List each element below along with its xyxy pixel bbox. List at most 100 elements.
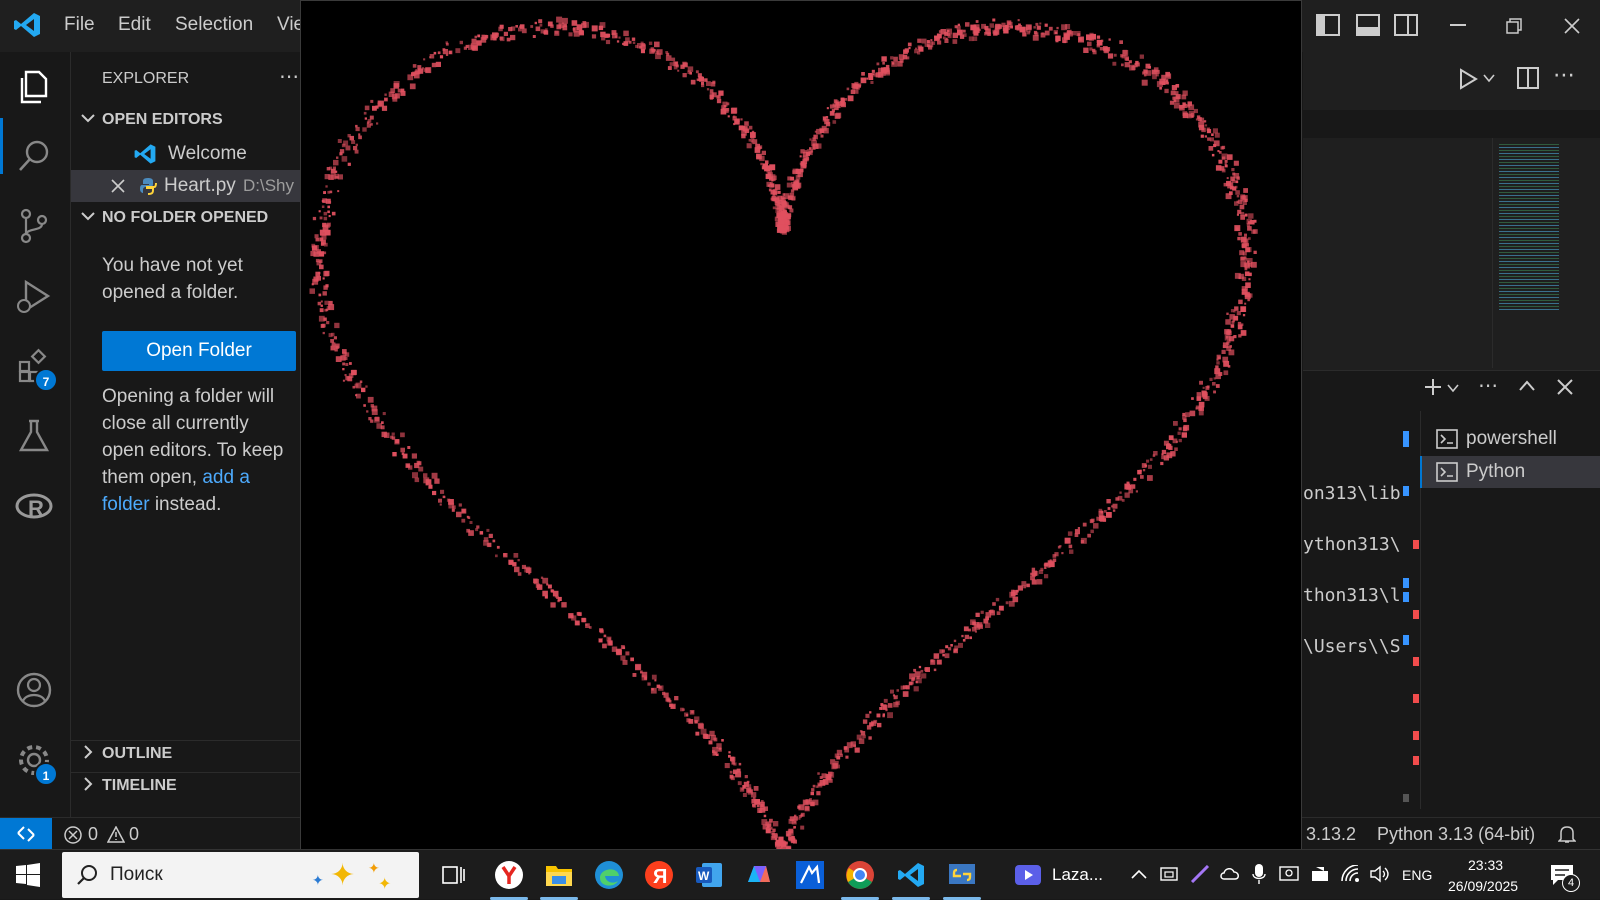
timeline-header[interactable]: TIMELINE: [71, 772, 301, 800]
more-actions-icon[interactable]: ⋯: [279, 64, 299, 89]
accounts-icon[interactable]: [14, 670, 58, 714]
edge-browser-icon[interactable]: [594, 860, 624, 890]
heart-particle: [847, 88, 850, 91]
toggle-panel-icon[interactable]: [1356, 14, 1380, 36]
open-editor-welcome[interactable]: Welcome: [71, 138, 301, 170]
python-version[interactable]: 3.13.2: [1306, 824, 1356, 845]
maximize-panel-icon[interactable]: [1519, 380, 1535, 392]
heart-particle: [625, 651, 629, 655]
heart-particle: [734, 119, 740, 125]
windows-start-icon[interactable]: [16, 863, 40, 887]
terminal-tab-powershell[interactable]: powershell: [1420, 423, 1600, 455]
heart-particle: [701, 82, 704, 85]
wifi-icon[interactable]: [1340, 865, 1362, 883]
onedrive-icon[interactable]: [1219, 865, 1241, 881]
error-count[interactable]: 0: [88, 824, 98, 845]
chrome-icon[interactable]: [845, 860, 875, 890]
testing-icon[interactable]: [14, 416, 58, 460]
heart-particle: [730, 757, 734, 761]
run-file-icon[interactable]: [1457, 68, 1479, 90]
minimap[interactable]: [1492, 138, 1580, 368]
new-terminal-icon[interactable]: [1423, 377, 1443, 397]
notifications-bell-icon[interactable]: [1558, 824, 1576, 844]
file-explorer-icon[interactable]: [544, 860, 574, 890]
heart-particle: [383, 412, 386, 415]
heart-particle: [1242, 286, 1247, 291]
heart-particle: [963, 639, 966, 642]
python-interpreter[interactable]: Python 3.13 (64-bit): [1377, 824, 1535, 845]
r-language-icon[interactable]: R: [14, 486, 58, 530]
heart-particle: [1227, 177, 1229, 179]
microphone-icon[interactable]: [1252, 863, 1266, 885]
heart-particle: [641, 49, 645, 53]
close-panel-icon[interactable]: [1557, 379, 1573, 395]
yandex-icon[interactable]: Я: [644, 860, 674, 890]
heart-particle: [541, 577, 543, 579]
vscode-taskbar-icon[interactable]: [896, 860, 926, 890]
heart-particle: [800, 155, 802, 157]
microsoft-365-icon[interactable]: [744, 860, 774, 890]
task-view-icon[interactable]: [438, 860, 468, 890]
open-editors-header[interactable]: OPEN EDITORS: [71, 107, 301, 135]
close-editor-icon[interactable]: [111, 179, 125, 193]
heart-particle: [400, 433, 405, 438]
source-control-icon[interactable]: [14, 206, 58, 250]
warning-icon[interactable]: [107, 826, 125, 843]
hint-text: Opening a folder will close all currentl…: [102, 386, 283, 488]
screen-capture-icon[interactable]: [1279, 865, 1299, 883]
heart-particle: [522, 28, 527, 33]
open-folder-button[interactable]: Open Folder: [102, 331, 296, 371]
heart-particle: [1179, 439, 1182, 442]
heart-animation-window[interactable]: [300, 0, 1302, 850]
menu-selection[interactable]: Selection: [175, 14, 253, 36]
split-editor-icon[interactable]: [1517, 67, 1539, 89]
chevron-down-icon[interactable]: [1483, 72, 1495, 84]
heart-particle: [536, 27, 541, 32]
volume-icon[interactable]: [1370, 865, 1390, 883]
run-debug-icon[interactable]: [14, 276, 58, 320]
panel-more-icon[interactable]: ⋯: [1478, 373, 1498, 398]
menu-edit[interactable]: Edit: [118, 14, 151, 36]
explorer-icon[interactable]: [14, 66, 58, 110]
python-window-icon[interactable]: [947, 860, 977, 890]
pen-icon[interactable]: [1190, 865, 1210, 883]
language-indicator[interactable]: ENG: [1402, 867, 1432, 883]
heart-particle: [353, 146, 357, 150]
battery-icon[interactable]: [1309, 865, 1331, 883]
chevron-down-icon[interactable]: [1447, 383, 1459, 393]
minimize-icon[interactable]: [1450, 24, 1466, 26]
running-app-label[interactable]: Laza...: [1052, 865, 1103, 885]
heart-particle: [672, 58, 676, 62]
open-editor-heart-py[interactable]: Heart.py D:\Shy: [71, 170, 301, 202]
terminal-tab-python[interactable]: Python: [1420, 456, 1600, 488]
editor-more-icon[interactable]: ⋯: [1553, 62, 1575, 88]
menu-file[interactable]: File: [64, 14, 95, 36]
heart-particle: [828, 772, 834, 778]
meet-now-icon[interactable]: [1160, 865, 1178, 883]
media-app-icon[interactable]: [1013, 860, 1043, 890]
yandex-browser-icon[interactable]: [494, 860, 524, 890]
taskbar-search[interactable]: Поиск ✦ ✦ ✦ ✦: [62, 852, 419, 898]
warning-count[interactable]: 0: [129, 824, 139, 845]
heart-particle: [1230, 177, 1235, 182]
clock-date[interactable]: 26/09/2025: [1448, 878, 1518, 894]
tray-overflow-icon[interactable]: [1131, 869, 1147, 879]
search-icon[interactable]: [14, 136, 58, 180]
heart-particle: [811, 792, 815, 796]
heart-particle: [1087, 534, 1091, 538]
toggle-secondary-sidebar-icon[interactable]: [1394, 14, 1418, 36]
word-icon[interactable]: W: [694, 860, 724, 890]
close-window-icon[interactable]: [1564, 18, 1580, 34]
heart-particle: [1244, 234, 1247, 237]
heart-particle: [342, 363, 345, 366]
app-blue-icon[interactable]: [795, 860, 825, 890]
heart-particle: [1213, 128, 1218, 133]
no-folder-header[interactable]: NO FOLDER OPENED: [71, 205, 301, 233]
clock-time[interactable]: 23:33: [1468, 857, 1503, 873]
error-icon[interactable]: [64, 826, 82, 844]
outline-header[interactable]: OUTLINE: [71, 740, 301, 768]
remote-button[interactable]: [0, 818, 52, 850]
toggle-sidebar-icon[interactable]: [1316, 14, 1340, 36]
heart-particle: [830, 111, 835, 116]
restore-icon[interactable]: [1506, 18, 1522, 34]
